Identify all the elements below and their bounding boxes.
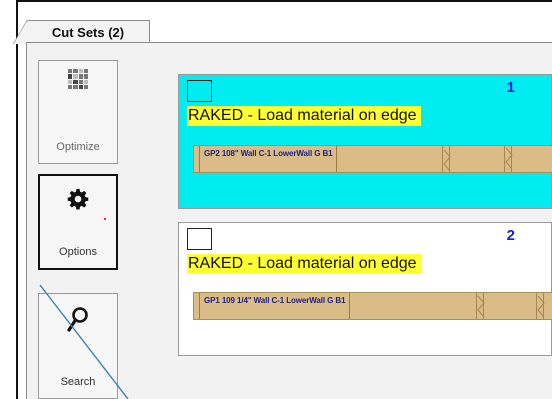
board-label: GP1 109 1/4" Wall C-1 LowerWall G B1 — [199, 293, 351, 319]
search-label: Search — [60, 376, 96, 388]
cut-set-note: RAKED - Load material on edge — [187, 254, 421, 274]
optimize-label: Optimize — [56, 141, 100, 153]
indicator-dot — [104, 218, 106, 220]
gear-icon — [67, 188, 89, 215]
cut-set-number: 1 — [506, 79, 515, 96]
cut-mark — [476, 293, 485, 319]
search-icon — [66, 306, 90, 339]
board-diagram[interactable]: GP2 108" Wall C-1 LowerWall G B1 — [193, 145, 552, 173]
options-label: Options — [59, 246, 97, 258]
tab-cut-sets[interactable]: Cut Sets (2) — [13, 20, 150, 44]
options-button[interactable]: Options — [38, 174, 118, 270]
board-diagram[interactable]: GP1 109 1/4" Wall C-1 LowerWall G B1 — [193, 292, 552, 320]
board-label: GP2 108" Wall C-1 LowerWall G B1 — [199, 146, 338, 172]
cut-mark — [442, 146, 451, 172]
select-checkbox[interactable] — [187, 228, 212, 250]
select-checkbox[interactable] — [187, 80, 212, 102]
cut-set-note: RAKED - Load material on edge — [187, 106, 421, 126]
grid-icon — [68, 69, 88, 89]
cut-set-number: 2 — [506, 227, 515, 244]
optimize-button[interactable]: Optimize — [38, 60, 118, 164]
cut-mark — [536, 293, 545, 319]
cut-mark — [504, 146, 513, 172]
cut-set-card[interactable]: 1 RAKED - Load material on edge GP2 108"… — [178, 74, 552, 209]
search-button[interactable]: Search — [38, 293, 118, 399]
cut-set-card[interactable]: 2 RAKED - Load material on edge GP1 109 … — [178, 222, 552, 356]
